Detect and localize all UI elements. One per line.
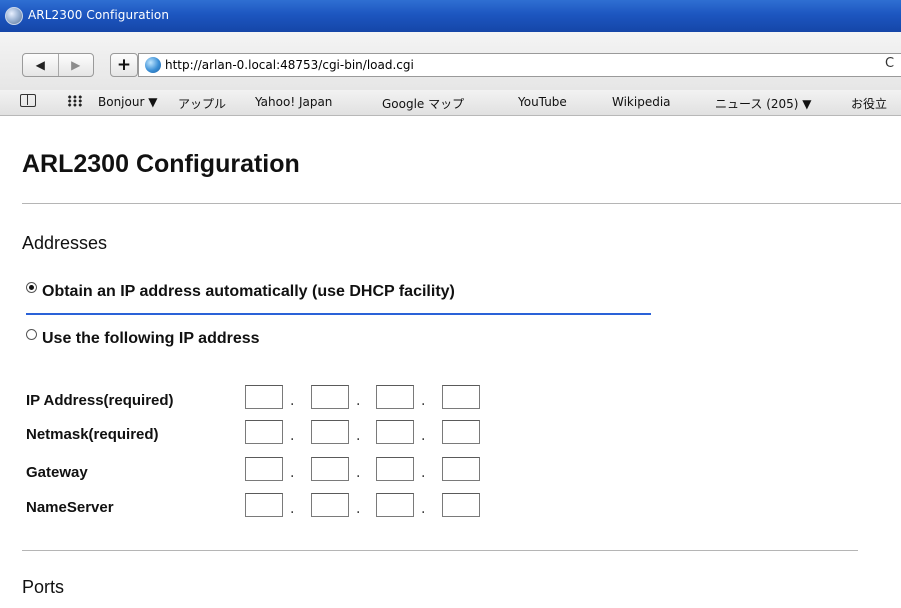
focus-underline [26, 313, 651, 315]
ports-heading: Ports [22, 577, 65, 597]
netmask-dot-3: . [421, 428, 426, 444]
address-bar[interactable]: http://arlan-0.local:48753/cgi-bin/load.… [138, 53, 901, 77]
reload-icon[interactable]: C [885, 56, 894, 71]
ip-octet-3[interactable] [376, 385, 414, 409]
bookmarks-bar: Bonjour ▼ アップル Yahoo! Japan Google マップ Y… [0, 90, 901, 116]
url-text: http://arlan-0.local:48753/cgi-bin/load.… [165, 58, 414, 72]
nav-buttons: ◀ ▶ [22, 53, 94, 77]
bookmark-google-maps[interactable]: Google マップ [382, 95, 464, 112]
window-title: ARL2300 Configuration [28, 8, 170, 22]
app-globe-icon [5, 7, 23, 25]
addresses-heading: Addresses [22, 233, 108, 253]
gateway-dot-3: . [421, 465, 426, 481]
radio-dhcp[interactable] [26, 281, 37, 293]
netmask-label: Netmask(required) [26, 426, 159, 443]
nameserver-dot-1: . [290, 501, 295, 517]
ip-octet-2[interactable] [311, 385, 349, 409]
ip-address-label: IP Address(required) [26, 392, 174, 409]
bookmark-youtube[interactable]: YouTube [518, 95, 567, 109]
bookmark-useful[interactable]: お役立 [851, 95, 887, 112]
page-content: ARL2300 Configuration Addresses Obtain a… [0, 117, 901, 608]
nameserver-dot-2: . [356, 501, 361, 517]
gateway-octet-1[interactable] [245, 457, 283, 481]
forward-button[interactable]: ▶ [57, 54, 94, 76]
ip-octet-1[interactable] [245, 385, 283, 409]
nameserver-octet-3[interactable] [376, 493, 414, 517]
gateway-octet-4[interactable] [442, 457, 480, 481]
bookmark-bonjour[interactable]: Bonjour ▼ [98, 95, 157, 109]
netmask-octet-3[interactable] [376, 420, 414, 444]
netmask-octet-2[interactable] [311, 420, 349, 444]
gateway-octet-2[interactable] [311, 457, 349, 481]
divider-bottom [22, 550, 858, 551]
bookmark-yahoo-japan[interactable]: Yahoo! Japan [255, 95, 332, 109]
nameserver-octet-2[interactable] [311, 493, 349, 517]
globe-icon [145, 57, 161, 73]
ip-octet-4[interactable] [442, 385, 480, 409]
radio-static-row[interactable]: Use the following IP address [26, 328, 260, 348]
radio-dhcp-row[interactable]: Obtain an IP address automatically (use … [26, 281, 455, 301]
grid-icon[interactable] [67, 95, 83, 107]
window-titlebar: ARL2300 Configuration [0, 0, 901, 32]
ip-dot-1: . [290, 393, 295, 409]
radio-static-label: Use the following IP address [42, 330, 260, 347]
gateway-label: Gateway [26, 464, 88, 481]
radio-dhcp-label: Obtain an IP address automatically (use … [42, 283, 455, 300]
ip-dot-2: . [356, 393, 361, 409]
nameserver-dot-3: . [421, 501, 426, 517]
netmask-octet-4[interactable] [442, 420, 480, 444]
ip-dot-3: . [421, 393, 426, 409]
gateway-dot-1: . [290, 465, 295, 481]
add-bookmark-button[interactable]: + [110, 53, 138, 77]
divider-top [22, 203, 901, 204]
book-icon[interactable] [20, 94, 36, 107]
netmask-dot-2: . [356, 428, 361, 444]
back-button[interactable]: ◀ [23, 54, 58, 76]
gateway-dot-2: . [356, 465, 361, 481]
nameserver-octet-4[interactable] [442, 493, 480, 517]
netmask-octet-1[interactable] [245, 420, 283, 444]
bookmark-news[interactable]: ニュース (205) ▼ [715, 95, 812, 112]
nameserver-octet-1[interactable] [245, 493, 283, 517]
bookmark-wikipedia[interactable]: Wikipedia [612, 95, 671, 109]
netmask-dot-1: . [290, 428, 295, 444]
page-title: ARL2300 Configuration [22, 150, 300, 178]
nameserver-label: NameServer [26, 499, 114, 516]
radio-static[interactable] [26, 328, 37, 340]
gateway-octet-3[interactable] [376, 457, 414, 481]
bookmark-apple[interactable]: アップル [178, 95, 226, 112]
